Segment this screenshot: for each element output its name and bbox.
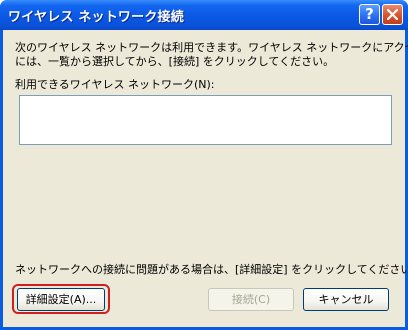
dialog-window: ワイヤレス ネットワーク接続 ? 次のワイヤレス ネットワークは利用できます。ワ… — [0, 0, 408, 330]
advanced-settings-button[interactable]: 詳細設定(A)... — [17, 288, 105, 311]
connection-problem-text: ネットワークへの接続に問題がある場合は、[詳細設定] をクリックしてください。 — [15, 263, 408, 276]
question-mark-icon: ? — [365, 5, 374, 23]
title-bar[interactable]: ワイヤレス ネットワーク接続 ? — [0, 0, 408, 30]
available-networks-label: 利用できるワイヤレス ネットワーク(N): — [15, 78, 215, 91]
instruction-text-line2: には、一覧から選択してから、[接続] をクリックしてください。 — [15, 55, 335, 68]
connect-button[interactable]: 接続(C) — [208, 288, 294, 311]
cancel-button[interactable]: キャンセル — [303, 288, 389, 311]
close-icon — [387, 9, 398, 20]
wireless-network-list[interactable] — [19, 95, 392, 145]
dialog-body: 次のワイヤレス ネットワークは利用できます。ワイヤレス ネットワークにアクセスす… — [3, 30, 408, 327]
close-button[interactable] — [382, 4, 403, 25]
help-button[interactable]: ? — [359, 4, 380, 25]
window-title: ワイヤレス ネットワーク接続 — [8, 10, 184, 25]
